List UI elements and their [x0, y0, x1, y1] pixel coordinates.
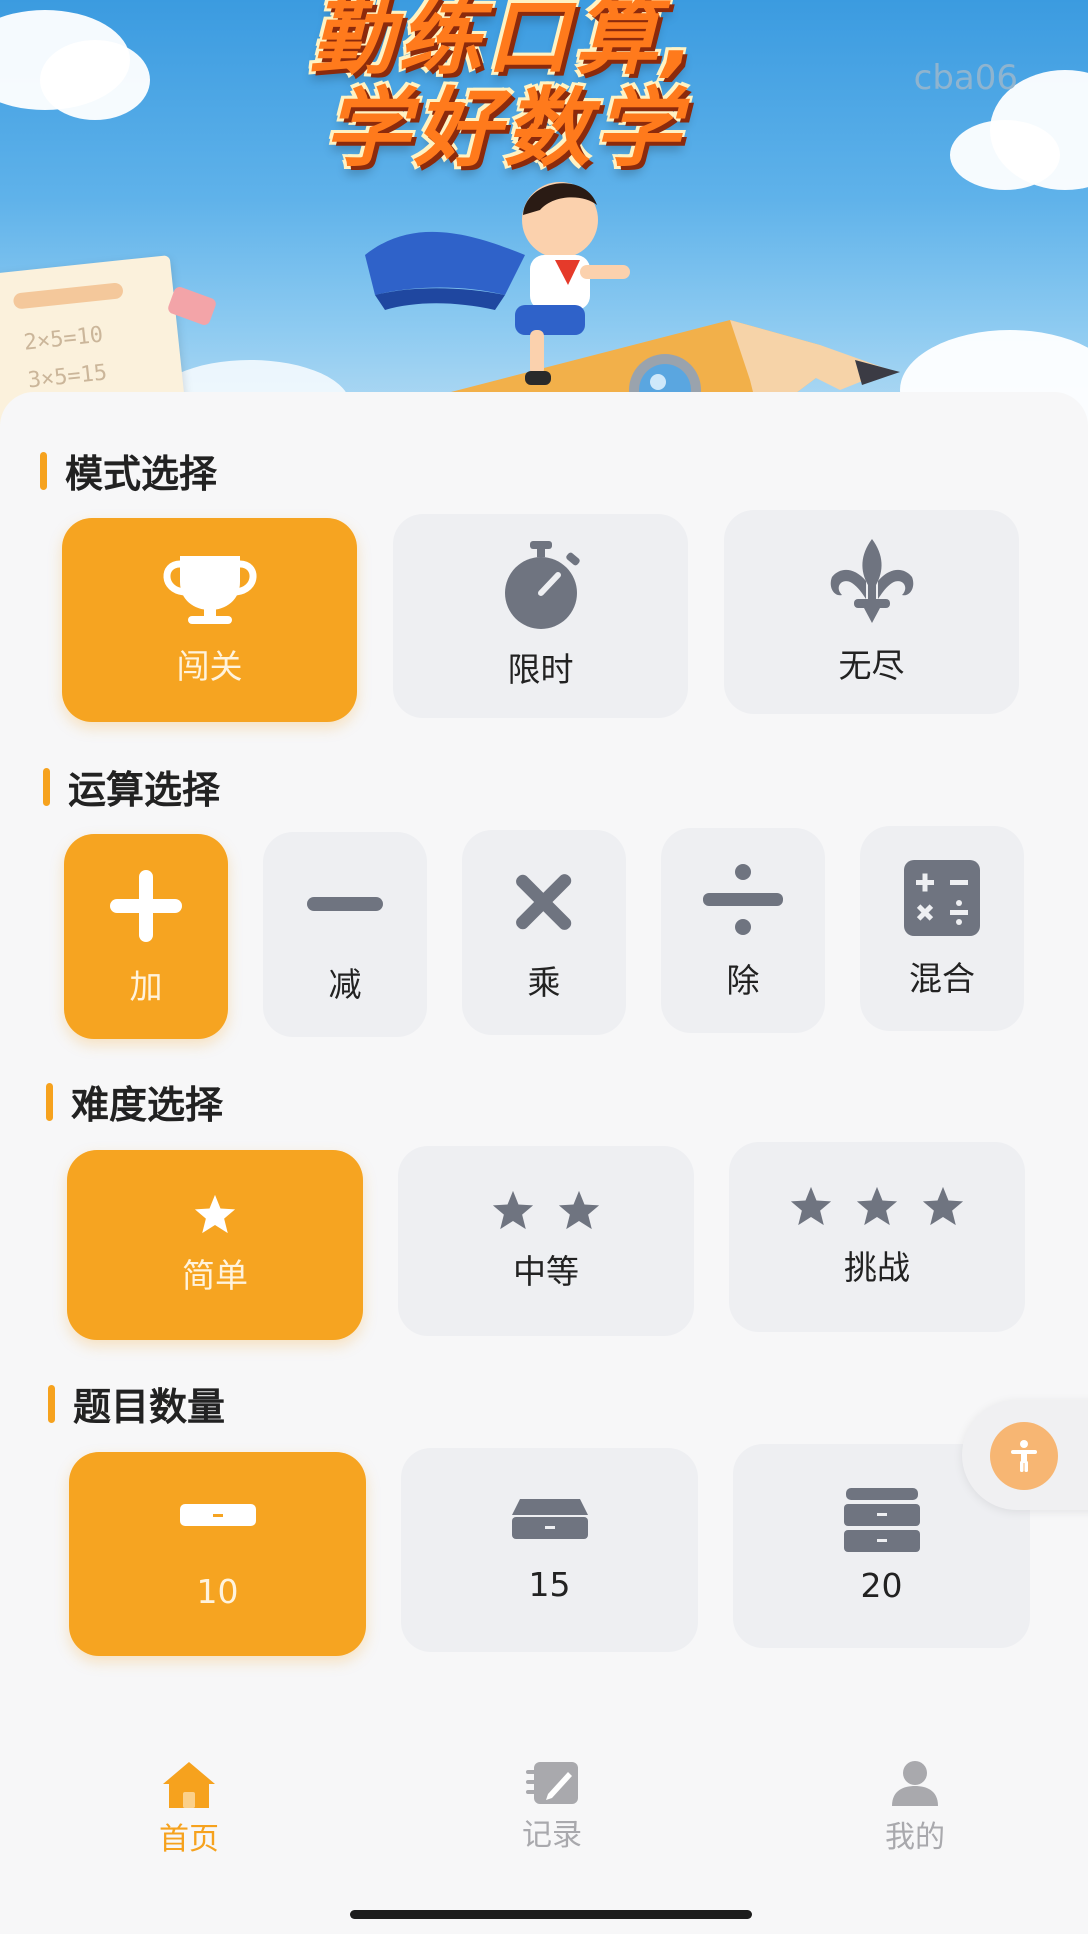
minus-icon [307, 896, 383, 911]
record-icon [526, 1762, 578, 1804]
tab-label: 我的 [885, 1820, 945, 1855]
difficulty-option-challenge[interactable]: 挑战 [729, 1142, 1025, 1332]
difficulty-section-title: 难度选择 [46, 1074, 223, 1129]
star-icon [558, 1190, 600, 1230]
count-option-label: 15 [528, 1564, 571, 1604]
mode-option-label: 限时 [507, 650, 574, 689]
fleur-de-lis-icon [830, 539, 913, 623]
mode-option-timed[interactable]: 限时 [393, 514, 688, 718]
mode-option-label: 闯关 [176, 647, 243, 686]
watermark-text: cba06 [913, 58, 1018, 98]
trophy-icon [163, 556, 256, 624]
section-accent-bar [40, 451, 47, 490]
count-option-15[interactable]: 15 [401, 1448, 698, 1652]
drawer-stack-icon [843, 1487, 920, 1552]
count-option-label: 10 [196, 1571, 239, 1611]
tab-profile[interactable]: 我的 [815, 1760, 1015, 1856]
operation-option-add[interactable]: 加 [64, 834, 228, 1039]
star-rating [193, 1193, 237, 1235]
difficulty-option-easy[interactable]: 简单 [67, 1150, 363, 1340]
home-icon [163, 1762, 215, 1808]
mode-option-label: 无尽 [838, 646, 905, 685]
section-title-text: 模式选择 [65, 452, 218, 496]
plus-icon [110, 869, 182, 942]
tab-label: 首页 [159, 1822, 219, 1857]
stopwatch-icon [504, 541, 580, 629]
drawer-one-icon [179, 1503, 256, 1526]
hero-banner: 勤练口算, 学好数学 cba06 2×5=10 3×5=15 [0, 0, 1088, 440]
operation-option-label: 除 [726, 960, 760, 1000]
operation-option-label: 乘 [527, 962, 561, 1002]
star-icon [790, 1186, 832, 1226]
section-accent-bar [46, 1082, 53, 1121]
mode-option-endless[interactable]: 无尽 [724, 510, 1019, 714]
difficulty-option-label: 挑战 [844, 1248, 910, 1287]
tab-label: 记录 [522, 1818, 582, 1853]
count-section-title: 题目数量 [48, 1376, 225, 1431]
star-icon [922, 1186, 964, 1226]
paper-line: 3×5=15 [26, 360, 109, 394]
difficulty-option-label: 简单 [182, 1256, 248, 1295]
tab-home[interactable]: 首页 [89, 1760, 289, 1858]
star-rating [491, 1189, 601, 1231]
multiply-icon [516, 873, 572, 930]
accessibility-button[interactable] [990, 1422, 1058, 1490]
operation-option-label: 混合 [909, 958, 975, 998]
count-option-label: 20 [860, 1565, 903, 1605]
operation-section-title: 运算选择 [43, 759, 220, 814]
star-icon [492, 1190, 534, 1230]
section-title-text: 题目数量 [73, 1385, 226, 1429]
paper-line: 2×5=10 [22, 322, 105, 356]
divide-icon [703, 863, 783, 935]
star-icon [194, 1194, 236, 1234]
drawer-two-icon [511, 1498, 588, 1539]
tab-records[interactable]: 记录 [452, 1760, 652, 1854]
accessibility-person-icon [1011, 1440, 1037, 1472]
operation-option-label: 加 [129, 966, 163, 1006]
section-accent-bar [48, 1384, 55, 1423]
user-icon [892, 1761, 938, 1806]
boy-character-illustration [365, 182, 630, 385]
mode-option-challenge[interactable]: 闯关 [62, 518, 357, 722]
operation-option-multiply[interactable]: 乘 [462, 830, 626, 1035]
difficulty-option-medium[interactable]: 中等 [398, 1146, 694, 1336]
operation-option-mixed[interactable]: 混合 [860, 826, 1024, 1031]
difficulty-option-label: 中等 [513, 1252, 579, 1291]
section-accent-bar [43, 767, 50, 806]
star-rating [789, 1185, 965, 1227]
section-title-text: 运算选择 [68, 768, 221, 812]
operation-option-subtract[interactable]: 减 [263, 832, 427, 1037]
banner-title-line-2: 学好数学 [324, 79, 684, 179]
home-indicator [350, 1910, 752, 1919]
calculator-icon [904, 859, 980, 936]
operation-option-divide[interactable]: 除 [661, 828, 825, 1033]
operation-option-label: 减 [328, 964, 362, 1004]
bottom-tab-bar: 首页 记录 我的 [0, 1730, 1088, 1890]
star-icon [856, 1186, 898, 1226]
mode-section-title: 模式选择 [40, 443, 217, 498]
section-title-text: 难度选择 [71, 1083, 224, 1127]
count-option-10[interactable]: 10 [69, 1452, 366, 1656]
floating-assist-tab [962, 1400, 1088, 1510]
